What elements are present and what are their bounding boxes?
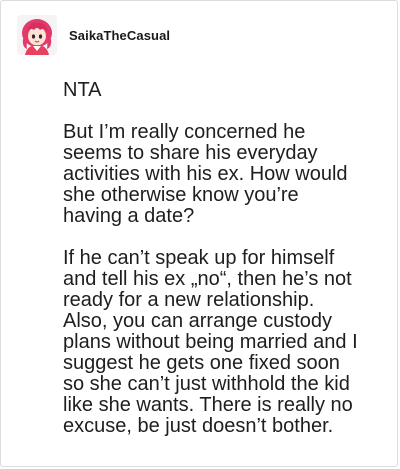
comment-paragraph: But I’m really concerned he seems to sha…: [63, 121, 348, 227]
comment-paragraph: NTA: [63, 79, 102, 101]
comment-header: SaikaTheCasual: [17, 15, 170, 55]
username[interactable]: SaikaTheCasual: [69, 28, 170, 43]
user-avatar[interactable]: [17, 15, 57, 55]
comment-card: SaikaTheCasual NTA But I’m really concer…: [0, 0, 398, 467]
anime-character-avatar-icon: [17, 15, 57, 55]
comment-paragraph: If he can’t speak up for himself and tel…: [63, 247, 358, 437]
comment-body: NTA But I’m really concerned he seems to…: [63, 80, 363, 437]
